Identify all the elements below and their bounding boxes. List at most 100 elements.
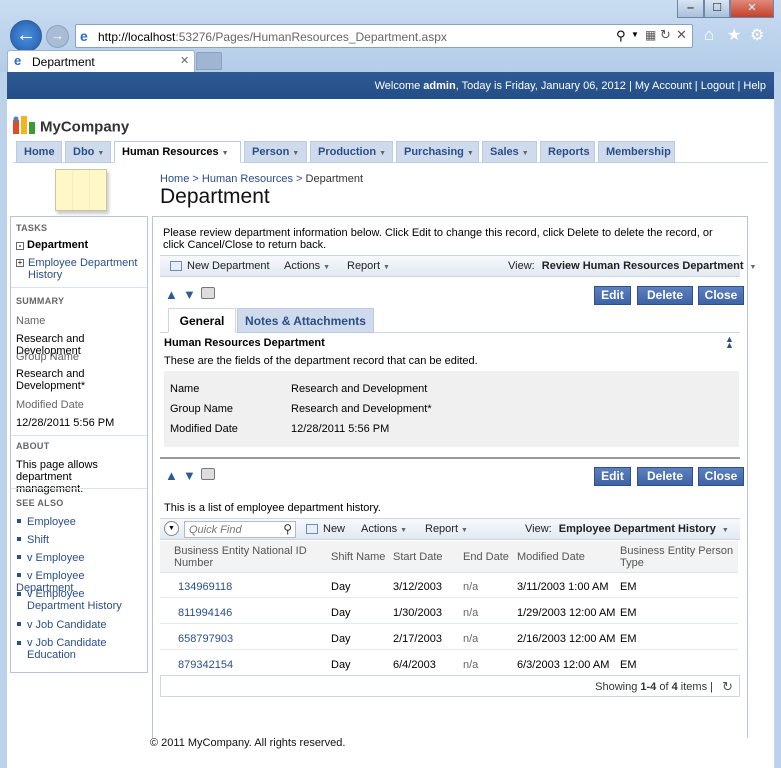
delete-button[interactable]: Delete (637, 286, 693, 305)
field-group-label: Group Name (170, 403, 233, 415)
refresh-icon[interactable]: ↻ (660, 27, 671, 43)
view-selector[interactable]: View: Employee Department History ▼ (525, 523, 729, 535)
cell-national-id[interactable]: 134969118 (178, 581, 232, 593)
close-window-button[interactable]: ✕ (730, 0, 774, 18)
column-header-national-id[interactable]: Business Entity National ID Number (174, 545, 314, 569)
stop-icon[interactable]: ✕ (676, 27, 687, 43)
menu-person[interactable]: Person ▼ (244, 141, 307, 163)
table-row[interactable]: 811994146 Day 1/30/2003 n/a 1/29/2003 12… (160, 599, 738, 624)
see-also-v-employee[interactable]: v Employee (16, 552, 144, 564)
see-also-employee[interactable]: Employee (16, 516, 144, 528)
move-down-icon[interactable]: ▼ (183, 469, 196, 483)
edit-button[interactable]: Edit (594, 467, 631, 486)
logout-link[interactable]: Logout (701, 80, 735, 92)
edit-button[interactable]: Edit (594, 286, 631, 305)
minimize-button[interactable]: ‒ (677, 0, 704, 18)
new-department-label: New Department (187, 260, 270, 272)
column-header-modified-date[interactable]: Modified Date (517, 551, 585, 563)
cell-national-id[interactable]: 879342154 (178, 659, 233, 671)
move-up-icon[interactable]: ▲ (165, 469, 178, 483)
browser-tab[interactable]: e Department ✕ (7, 50, 195, 72)
search-icon[interactable]: ⚲ (283, 522, 292, 536)
see-also-label: Employee (27, 516, 76, 528)
menu-home[interactable]: Home (16, 141, 62, 163)
column-header-shift-name[interactable]: Shift Name (331, 551, 385, 563)
column-header-end-date[interactable]: End Date (463, 551, 509, 563)
print-icon[interactable] (201, 468, 215, 480)
tab-notes-attachments[interactable]: Notes & Attachments (237, 308, 374, 333)
breadcrumb-section[interactable]: Human Resources (202, 173, 293, 185)
menu-sales[interactable]: Sales ▼ (482, 141, 537, 163)
task-link-label: Employee Department History (28, 257, 138, 281)
tab-general[interactable]: General (168, 308, 236, 333)
breadcrumb-home[interactable]: Home (160, 173, 189, 185)
table-row[interactable]: 879342154 Day 6/4/2003 n/a 6/3/2003 12:0… (160, 651, 738, 676)
print-icon[interactable] (201, 287, 215, 299)
delete-button[interactable]: Delete (637, 467, 693, 486)
home-icon[interactable]: ⌂ (704, 25, 714, 45)
compatibility-icon[interactable]: ▦ (645, 28, 656, 42)
summary-group-value: Research and Development* (16, 368, 86, 392)
back-button[interactable]: ← (10, 20, 42, 52)
menu-reports[interactable]: Reports (540, 141, 595, 163)
move-down-icon[interactable]: ▼ (183, 288, 196, 302)
my-account-link[interactable]: My Account (635, 80, 692, 92)
table-row[interactable]: 134969118 Day 3/12/2003 n/a 3/11/2003 1:… (160, 573, 738, 598)
close-button[interactable]: Close (698, 286, 744, 305)
pager-prefix: Showing (595, 681, 641, 693)
search-icon[interactable]: ⚲ (616, 28, 626, 44)
breadcrumb: Home > Human Resources > Department (160, 173, 364, 185)
page-title: Department (160, 185, 270, 208)
cell-person-type: EM (620, 581, 637, 593)
new-tab-button[interactable] (196, 52, 222, 70)
forward-button[interactable]: → (46, 25, 69, 48)
dropdown-arrow-icon[interactable]: ▼ (631, 30, 639, 39)
menu-human-resources[interactable]: Human Resources ▼ (114, 141, 241, 163)
report-menu[interactable]: Report ▼ (425, 523, 468, 535)
column-header-start-date[interactable]: Start Date (393, 551, 443, 563)
see-also-shift[interactable]: Shift (16, 534, 144, 546)
refresh-icon[interactable]: ↻ (722, 679, 733, 695)
collapse-section-icon[interactable]: ▲ ▲ (725, 335, 734, 350)
menu-purchasing[interactable]: Purchasing ▼ (396, 141, 479, 163)
address-bar[interactable]: e http://localhost:53276/Pages/HumanReso… (75, 24, 693, 48)
table-row[interactable]: 658797903 Day 2/17/2003 n/a 2/16/2003 12… (160, 625, 738, 650)
menu-dbo[interactable]: Dbo ▼ (65, 141, 111, 163)
url-host: http://localhost (98, 30, 176, 44)
see-also-v-job-candidate[interactable]: v Job Candidate (16, 619, 144, 631)
maximize-button[interactable]: ☐ (704, 0, 730, 18)
actions-menu[interactable]: Actions ▼ (361, 523, 407, 535)
user-name: admin (423, 80, 456, 92)
report-menu[interactable]: Report ▼ (347, 260, 390, 272)
form-toolbar: New Department Actions ▼ Report ▼ View: Re… (160, 255, 756, 277)
menu-label: Dbo (73, 146, 95, 158)
url-text[interactable]: http://localhost:53276/Pages/HumanResour… (98, 30, 447, 44)
cell-national-id[interactable]: 658797903 (178, 633, 233, 645)
tools-gear-icon[interactable]: ⚙ (750, 25, 764, 45)
new-department-button[interactable]: New Department (170, 260, 270, 272)
quick-find-input[interactable]: Quick Find ⚲ (184, 521, 296, 538)
close-button[interactable]: Close (698, 467, 744, 486)
company-logo[interactable]: MyCompany (13, 116, 129, 138)
move-up-icon[interactable]: ▲ (165, 288, 178, 302)
actions-menu[interactable]: Actions ▼ (284, 260, 330, 272)
new-button[interactable]: New (306, 523, 345, 535)
fields-panel: Name Research and Development Group Name… (164, 371, 739, 447)
help-link[interactable]: Help (743, 80, 766, 92)
see-also-v-employee-department-history[interactable]: v Employee Department History (16, 588, 144, 612)
cell-end-date: n/a (463, 659, 479, 671)
menu-membership[interactable]: Membership (598, 141, 675, 163)
tab-close-icon[interactable]: ✕ (180, 54, 189, 67)
expand-toggle-icon[interactable]: ▼ (164, 521, 179, 536)
pager-of: of (656, 681, 672, 693)
task-link-employee-department-history[interactable]: + Employee Department History (16, 257, 144, 281)
web-page: Welcome admin, Today is Friday, January … (7, 72, 774, 768)
favorites-icon[interactable]: ★ (727, 25, 741, 45)
view-selector[interactable]: View: Review Human Resources Department ▼ (508, 260, 756, 272)
pager-suffix: items (677, 681, 708, 693)
menu-production[interactable]: Production ▼ (310, 141, 393, 163)
dropdown-caret-icon: ▼ (521, 150, 529, 157)
column-header-person-type[interactable]: Business Entity Person Type (620, 545, 740, 569)
see-also-v-job-candidate-education[interactable]: v Job Candidate Education (16, 637, 116, 661)
cell-national-id[interactable]: 811994146 (178, 607, 232, 619)
